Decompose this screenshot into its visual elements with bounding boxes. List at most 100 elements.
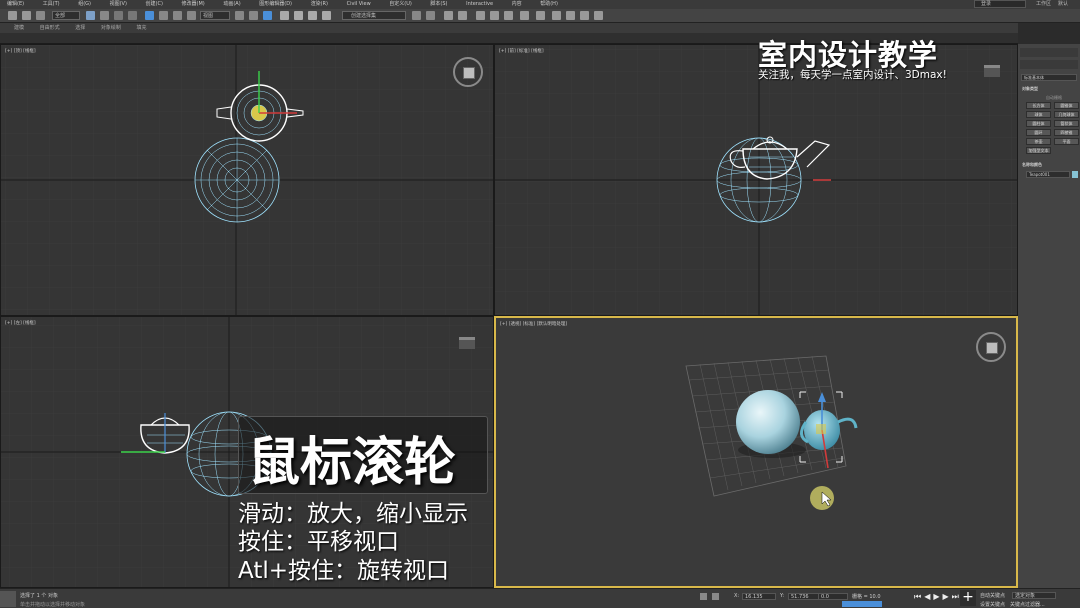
sphere-wireframe-top[interactable] xyxy=(194,137,280,223)
menu-create[interactable]: 创建(C) xyxy=(146,0,163,9)
render-cloud-icon[interactable] xyxy=(566,11,575,20)
add-time-tag[interactable] xyxy=(842,601,882,607)
box-button[interactable]: 长方体 xyxy=(1026,102,1051,109)
placement-icon[interactable] xyxy=(187,11,196,20)
menu-interactive[interactable]: Interactive xyxy=(466,0,493,9)
key-filters-button[interactable]: 关键点过滤器... xyxy=(1010,601,1045,608)
ribbon-tab-freeform[interactable]: 自由形式 xyxy=(40,25,60,31)
coord-z-field[interactable]: 0.0 xyxy=(818,593,848,600)
sphere-object[interactable] xyxy=(736,390,800,454)
rect-select-icon[interactable] xyxy=(114,11,123,20)
time-config-icon[interactable]: + xyxy=(960,590,976,606)
ribbon-tab-modeling[interactable]: 建模 xyxy=(14,25,24,31)
schematic-view-icon[interactable] xyxy=(490,11,499,20)
menu-tools[interactable]: 工具(T) xyxy=(43,0,60,9)
auto-key-button[interactable]: 自动关键点 xyxy=(980,592,1005,599)
menu-group[interactable]: 组(G) xyxy=(78,0,91,9)
ribbon-tab-object-paint[interactable]: 对象绘制 xyxy=(101,25,121,31)
user-login[interactable]: 登录 xyxy=(974,0,1026,8)
render-icon[interactable] xyxy=(552,11,561,20)
menu-help[interactable]: 帮助(H) xyxy=(540,0,558,9)
viewcube-top[interactable] xyxy=(453,57,483,87)
viewcube-front[interactable] xyxy=(984,65,1000,77)
viewcube-perspective[interactable] xyxy=(976,332,1006,362)
object-name-field[interactable]: Teapot001 xyxy=(1026,171,1070,178)
material-editor-icon[interactable] xyxy=(504,11,513,20)
select-by-name-icon[interactable] xyxy=(100,11,109,20)
menu-customize[interactable]: 自定义(U) xyxy=(389,0,412,9)
pyramid-button[interactable]: 四棱锥 xyxy=(1054,129,1079,136)
percent-snap-icon[interactable] xyxy=(308,11,317,20)
pivot-icon[interactable] xyxy=(235,11,244,20)
set-key-button[interactable]: 设置关键点 xyxy=(980,601,1005,608)
reference-coord-dropdown[interactable]: 视图 xyxy=(200,11,230,20)
rotate-icon[interactable] xyxy=(159,11,168,20)
viewcube-left[interactable] xyxy=(459,337,475,349)
cylinder-button[interactable]: 圆柱体 xyxy=(1026,120,1051,127)
autogrid-checkbox[interactable]: 自动栅格 xyxy=(1046,95,1062,101)
menu-civil-view[interactable]: Civil View xyxy=(347,0,371,9)
redo-icon[interactable] xyxy=(22,11,31,20)
viewport-front[interactable]: [+] [前] [标准] [线框] xyxy=(494,44,1018,316)
absolute-mode-icon[interactable] xyxy=(712,593,719,600)
toggle-ribbon-icon[interactable] xyxy=(458,11,467,20)
curve-editor-icon[interactable] xyxy=(476,11,485,20)
viewport-label-left[interactable]: [+] [左] [线框] xyxy=(5,320,36,326)
coord-y-field[interactable]: 51.736 xyxy=(788,593,822,600)
scale-icon[interactable] xyxy=(173,11,182,20)
create-category-icons[interactable] xyxy=(1020,60,1078,69)
render-setup-icon[interactable] xyxy=(520,11,529,20)
link-icon[interactable] xyxy=(36,11,45,20)
a360-icon[interactable] xyxy=(580,11,589,20)
undo-icon[interactable] xyxy=(8,11,17,20)
ribbon-tab-selection[interactable]: 选择 xyxy=(75,25,85,31)
viewport-top[interactable]: [+] [顶] [线框] xyxy=(0,44,494,316)
menu-rendering[interactable]: 渲染(R) xyxy=(311,0,328,9)
lock-selection-icon[interactable] xyxy=(700,593,707,600)
workspace-dropdown[interactable]: 默认 xyxy=(1058,0,1068,9)
maxscript-listener[interactable] xyxy=(0,591,16,607)
viewport-label-front[interactable]: [+] [前] [标准] [线框] xyxy=(499,48,544,54)
rollout-name-color[interactable]: 名称和颜色 xyxy=(1022,162,1042,168)
selected-object-dropdown[interactable]: 选定对象 xyxy=(1012,592,1056,599)
snap-3d-icon[interactable] xyxy=(280,11,289,20)
selection-filter-dropdown[interactable]: 全部 xyxy=(52,11,80,20)
cone-button[interactable]: 圆锥体 xyxy=(1054,102,1079,109)
plane-button[interactable]: 平面 xyxy=(1054,138,1079,145)
text-plus-button[interactable]: 加强型文本 xyxy=(1026,147,1051,154)
teapot-button[interactable]: 茶壶 xyxy=(1026,138,1051,145)
viewport-perspective[interactable]: [+] [透视] [标准] [默认明暗处理] xyxy=(494,316,1018,588)
named-selection-set-dropdown[interactable]: 创建选择集 xyxy=(342,11,406,20)
rollout-object-type[interactable]: 对象类型 xyxy=(1022,86,1038,92)
angle-snap-icon[interactable] xyxy=(294,11,303,20)
render-frame-icon[interactable] xyxy=(536,11,545,20)
object-color-swatch[interactable] xyxy=(1072,171,1078,178)
viewport-label-perspective[interactable]: [+] [透视] [标准] [默认明暗处理] xyxy=(500,321,567,327)
torus-button[interactable]: 圆环 xyxy=(1026,129,1051,136)
move-icon[interactable] xyxy=(145,11,154,20)
ribbon-tab-populate[interactable]: 填充 xyxy=(136,25,146,31)
render-iterative-icon[interactable] xyxy=(594,11,603,20)
menu-modifiers[interactable]: 修改器(M) xyxy=(182,0,205,9)
select-manipulate-icon[interactable] xyxy=(249,11,258,20)
mirror-icon[interactable] xyxy=(412,11,421,20)
layer-explorer-icon[interactable] xyxy=(444,11,453,20)
playback-controls[interactable]: ⏮◀▶▶⏭ xyxy=(914,593,959,601)
menu-animation[interactable]: 动画(A) xyxy=(223,0,240,9)
viewport-label-top[interactable]: [+] [顶] [线框] xyxy=(5,48,36,54)
select-object-icon[interactable] xyxy=(86,11,95,20)
menu-content[interactable]: 内容 xyxy=(512,0,522,9)
sphere-button[interactable]: 球体 xyxy=(1026,111,1051,118)
menu-graph-editors[interactable]: 图形编辑器(D) xyxy=(259,0,292,9)
tube-button[interactable]: 管状体 xyxy=(1054,120,1079,127)
keyboard-shortcut-icon[interactable] xyxy=(263,11,272,20)
coord-x-field[interactable]: 16.135 xyxy=(742,593,776,600)
menu-views[interactable]: 视图(V) xyxy=(110,0,127,9)
align-icon[interactable] xyxy=(426,11,435,20)
menu-scripting[interactable]: 脚本(S) xyxy=(430,0,447,9)
geosphere-button[interactable]: 几何球体 xyxy=(1054,111,1079,118)
menu-edit[interactable]: 编辑(E) xyxy=(7,0,24,9)
spinner-snap-icon[interactable] xyxy=(322,11,331,20)
window-crossing-icon[interactable] xyxy=(128,11,137,20)
primitive-type-dropdown[interactable]: 标准基本体 xyxy=(1021,74,1077,81)
